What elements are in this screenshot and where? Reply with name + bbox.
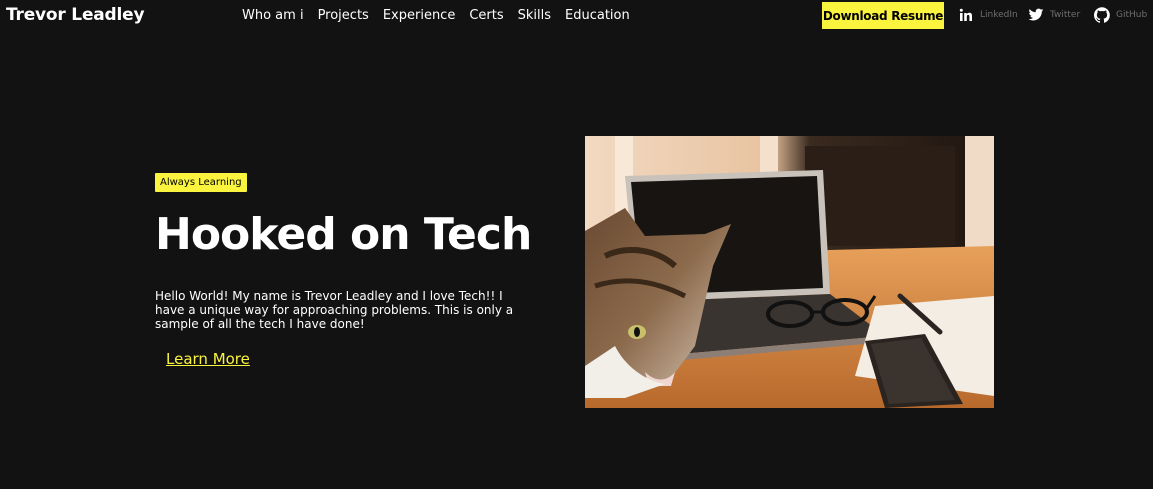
hero-description: Hello World! My name is Trevor Leadley a… bbox=[155, 289, 514, 331]
linkedin-link[interactable]: LinkedIn bbox=[958, 7, 1018, 23]
learn-more-link[interactable]: Learn More bbox=[166, 350, 250, 368]
hero-title: Hooked on Tech bbox=[155, 209, 532, 260]
nav-experience[interactable]: Experience bbox=[383, 8, 456, 23]
linkedin-icon bbox=[958, 7, 974, 23]
nav-certs[interactable]: Certs bbox=[469, 8, 503, 23]
brand-logo[interactable]: Trevor Leadley bbox=[6, 5, 145, 25]
github-label: GitHub bbox=[1116, 10, 1148, 20]
github-icon bbox=[1093, 7, 1110, 23]
twitter-link[interactable]: Twitter bbox=[1028, 7, 1080, 23]
nav-projects[interactable]: Projects bbox=[318, 8, 369, 23]
hero-image bbox=[585, 136, 994, 408]
download-resume-button[interactable]: Download Resume bbox=[822, 2, 944, 29]
twitter-icon bbox=[1028, 7, 1044, 23]
always-learning-badge: Always Learning bbox=[155, 173, 247, 192]
nav-skills[interactable]: Skills bbox=[518, 8, 551, 23]
linkedin-label: LinkedIn bbox=[980, 10, 1018, 20]
twitter-label: Twitter bbox=[1050, 10, 1081, 20]
github-link[interactable]: GitHub bbox=[1093, 7, 1148, 23]
top-navbar: Trevor Leadley Who am i Projects Experie… bbox=[0, 0, 1153, 32]
nav-who-am-i[interactable]: Who am i bbox=[242, 8, 304, 23]
nav-education[interactable]: Education bbox=[565, 8, 630, 23]
main-menu: Who am i Projects Experience Certs Skill… bbox=[242, 8, 644, 23]
